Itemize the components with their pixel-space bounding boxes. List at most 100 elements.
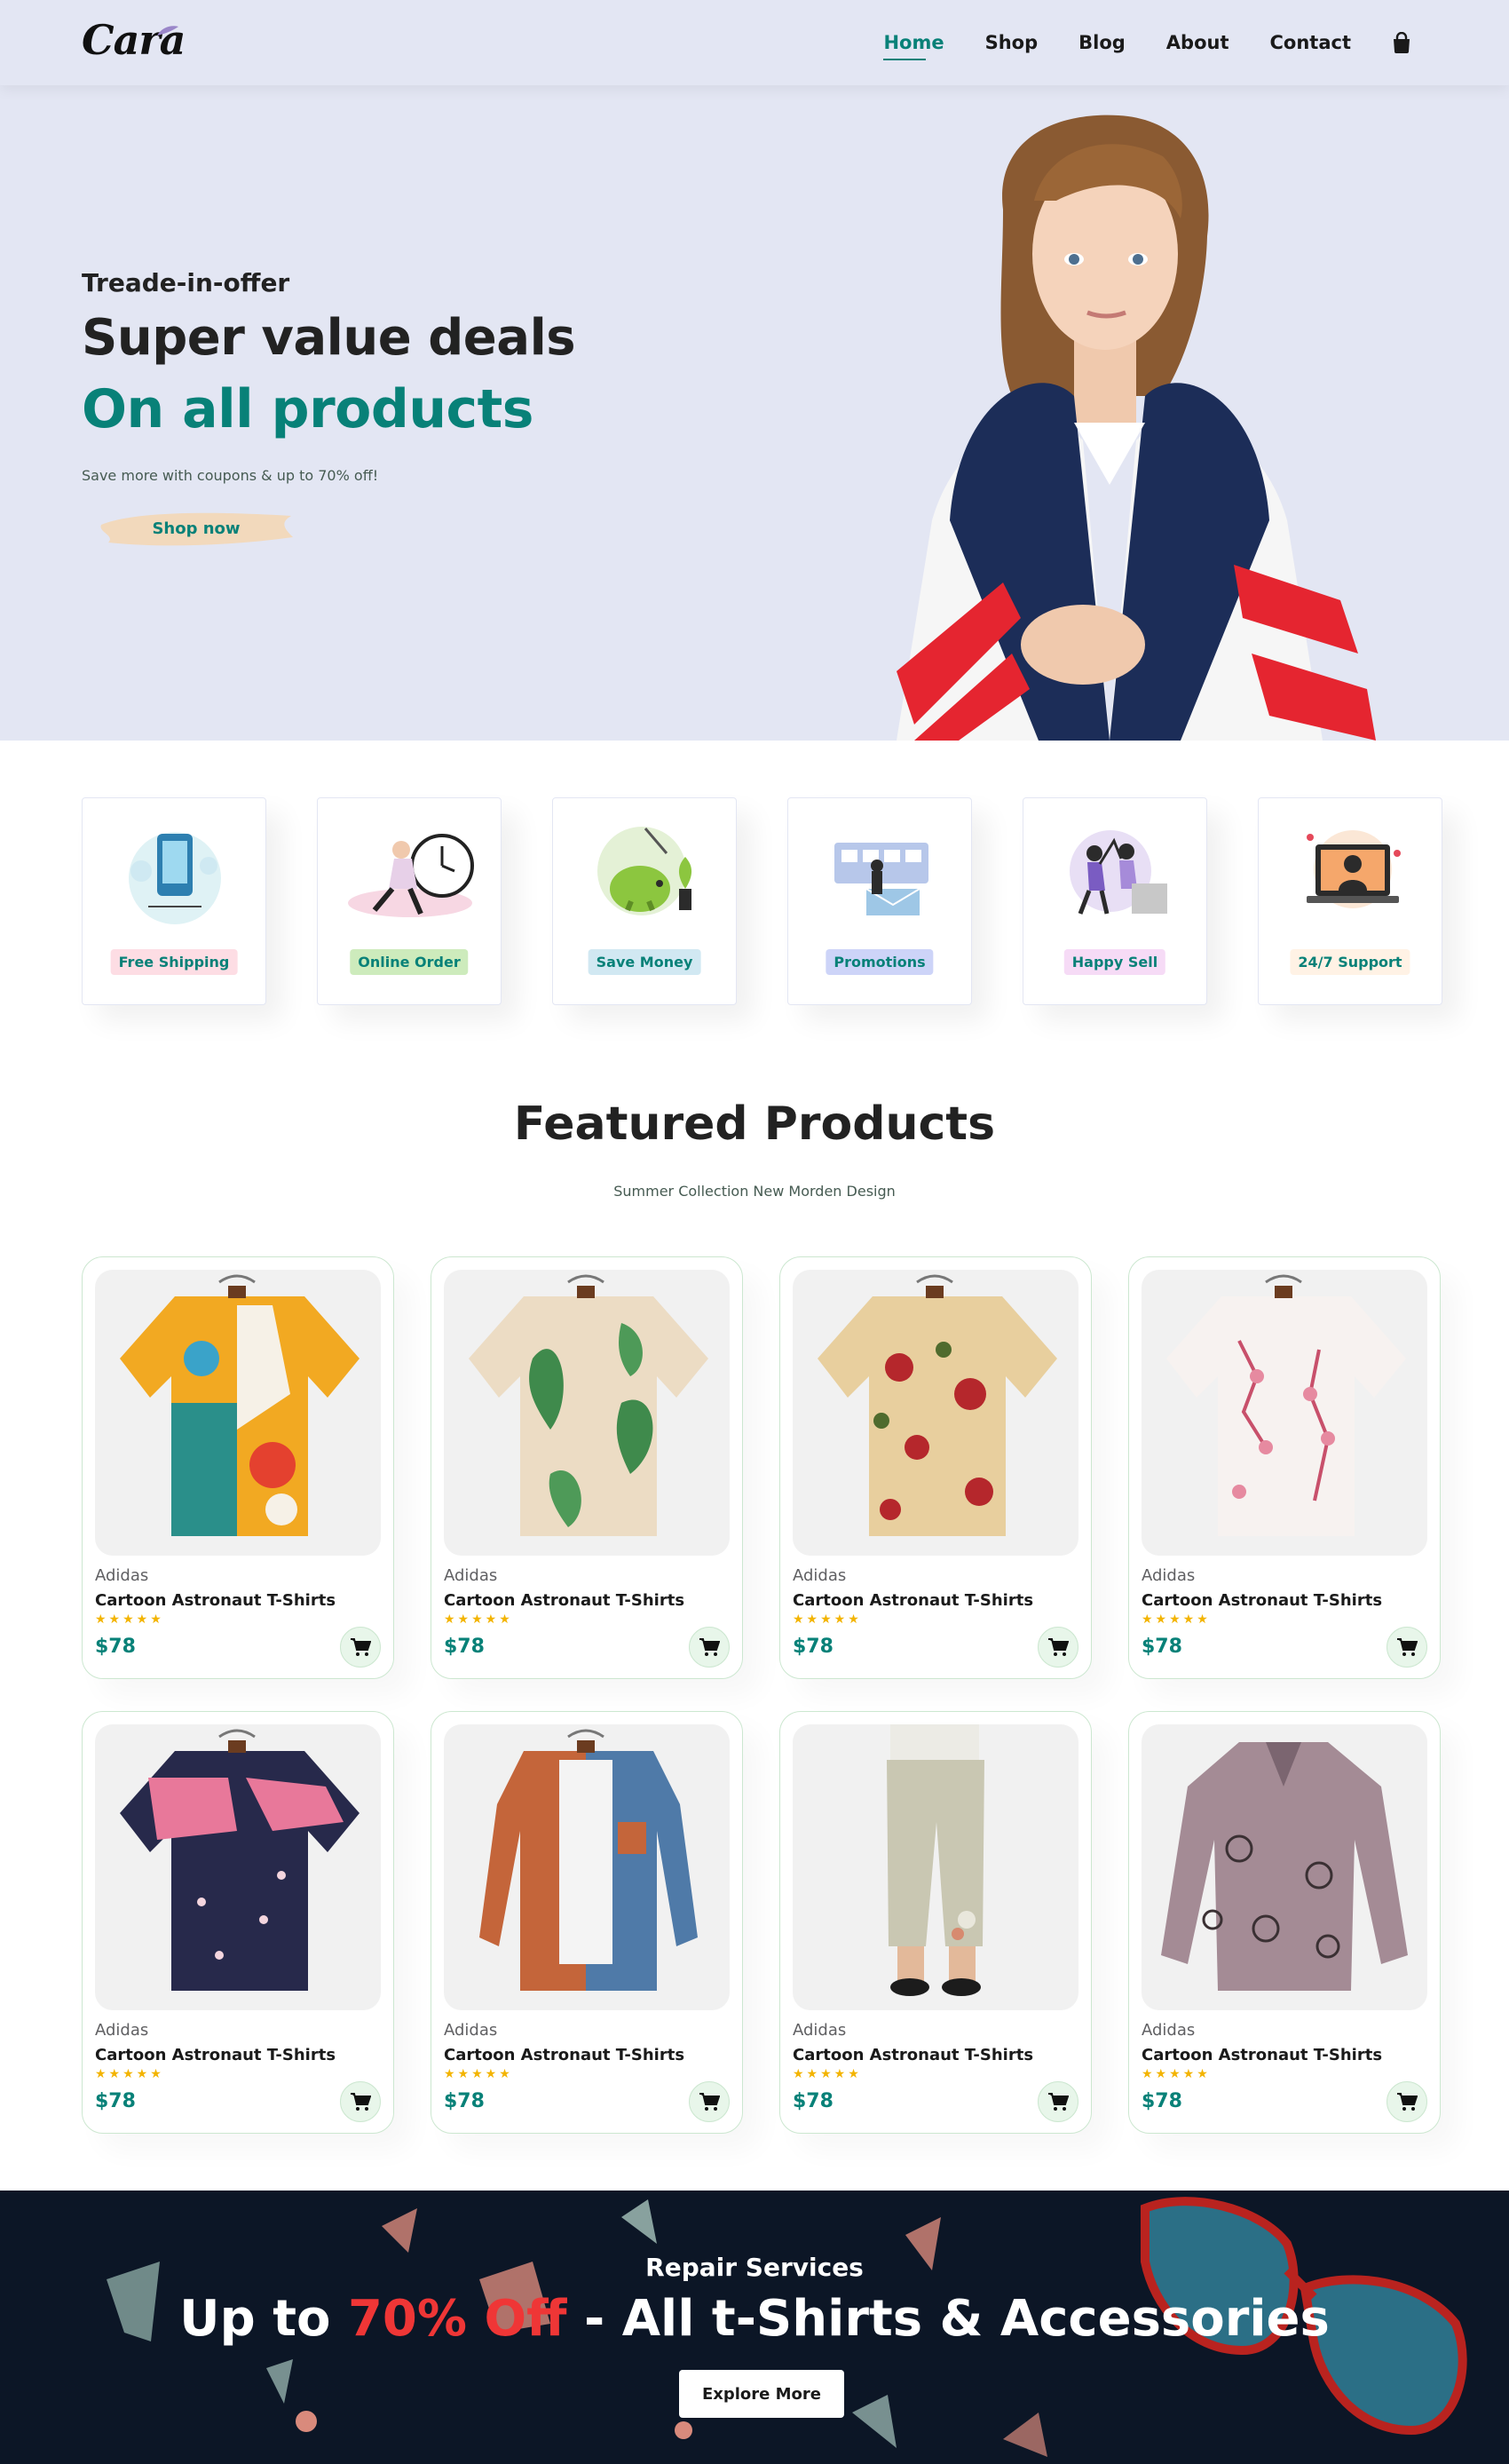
add-to-cart-button[interactable] xyxy=(1387,1627,1427,1668)
rating-stars: ★★★★★ xyxy=(793,2067,862,2081)
product-name[interactable]: Cartoon Astronaut T-Shirts xyxy=(95,2046,336,2064)
shirt-rose-print-image xyxy=(818,1274,1057,1536)
hero-model-image xyxy=(897,115,1376,741)
banner-headline-prefix: Up to xyxy=(179,2290,331,2348)
main-nav: Home Shop Blog About Contact xyxy=(883,0,1411,85)
online-order-icon xyxy=(348,834,474,917)
add-to-cart-button[interactable] xyxy=(1038,1627,1078,1668)
nav-shop[interactable]: Shop xyxy=(985,32,1039,53)
product-image[interactable] xyxy=(95,1270,381,1556)
product-card[interactable]: Adidas Cartoon Astronaut T-Shirts ★★★★★ … xyxy=(431,1256,743,1679)
product-brand: Adidas xyxy=(1142,2021,1196,2040)
feature-label: Online Order xyxy=(350,949,469,975)
banner-headline-highlight: 70% Off xyxy=(347,2290,567,2348)
happy-sell-icon xyxy=(1070,830,1167,915)
cart-icon xyxy=(699,1638,720,1656)
product-card[interactable]: Adidas Cartoon Astronaut T-Shirts ★★★★★ … xyxy=(82,1711,394,2134)
product-image[interactable] xyxy=(1142,1270,1427,1556)
product-brand: Adidas xyxy=(95,1566,149,1585)
shirt-leaf-print-image xyxy=(469,1274,708,1536)
product-image[interactable] xyxy=(444,1270,730,1556)
feature-promotions: Promotions xyxy=(787,797,972,1005)
product-name[interactable]: Cartoon Astronaut T-Shirts xyxy=(1142,2046,1382,2064)
product-image[interactable] xyxy=(793,1270,1078,1556)
add-to-cart-button[interactable] xyxy=(340,2081,381,2122)
cart-icon xyxy=(1048,2093,1069,2111)
product-name[interactable]: Cartoon Astronaut T-Shirts xyxy=(793,2046,1033,2064)
product-price: $78 xyxy=(793,2090,834,2112)
cart-icon xyxy=(351,1638,371,1656)
add-to-cart-button[interactable] xyxy=(689,2081,730,2122)
hero-eyebrow: Treade-in-offer xyxy=(82,268,290,297)
featured-products-title: Featured Products xyxy=(513,1097,996,1151)
product-brand: Adidas xyxy=(1142,1566,1196,1585)
product-price: $78 xyxy=(444,1636,485,1658)
product-card[interactable]: Adidas Cartoon Astronaut T-Shirts ★★★★★ … xyxy=(1128,1256,1441,1679)
rating-stars: ★★★★★ xyxy=(1142,1612,1211,1627)
shirt-blossom-print-image xyxy=(1166,1274,1406,1536)
rating-stars: ★★★★★ xyxy=(95,2067,164,2081)
feature-label: 24/7 Support xyxy=(1290,949,1410,975)
product-name[interactable]: Cartoon Astronaut T-Shirts xyxy=(444,2046,684,2064)
product-card[interactable]: Adidas Cartoon Astronaut T-Shirts ★★★★★ … xyxy=(82,1256,394,1679)
add-to-cart-button[interactable] xyxy=(1038,2081,1078,2122)
promotions-icon xyxy=(834,843,928,915)
feature-label: Promotions xyxy=(826,949,934,975)
feature-label: Happy Sell xyxy=(1063,949,1166,975)
product-name[interactable]: Cartoon Astronaut T-Shirts xyxy=(95,1591,336,1610)
hero-highlight-title: On all products xyxy=(82,378,534,440)
product-brand: Adidas xyxy=(793,1566,847,1585)
product-card[interactable]: Adidas Cartoon Astronaut T-Shirts ★★★★★ … xyxy=(779,1711,1092,2134)
cart-icon xyxy=(1397,2093,1418,2111)
product-price: $78 xyxy=(1142,1636,1182,1658)
add-to-cart-button[interactable] xyxy=(1387,2081,1427,2122)
nav-contact[interactable]: Contact xyxy=(1270,32,1352,53)
product-price: $78 xyxy=(444,2090,485,2112)
pants-image xyxy=(887,1724,984,1996)
product-image[interactable] xyxy=(95,1724,381,2010)
rating-stars: ★★★★★ xyxy=(95,1612,164,1627)
cart-icon xyxy=(351,2093,371,2111)
product-card[interactable]: Adidas Cartoon Astronaut T-Shirts ★★★★★ … xyxy=(431,1711,743,2134)
rating-stars: ★★★★★ xyxy=(444,2067,513,2081)
product-card[interactable]: Adidas Cartoon Astronaut T-Shirts ★★★★★ … xyxy=(779,1256,1092,1679)
free-shipping-icon xyxy=(129,832,221,924)
feature-save-money: Save Money xyxy=(552,797,737,1005)
add-to-cart-button[interactable] xyxy=(340,1627,381,1668)
feature-free-shipping: Free Shipping xyxy=(82,797,266,1005)
promo-banner: Repair Services Up to 70% Off - All t-Sh… xyxy=(0,2191,1509,2464)
nav-about[interactable]: About xyxy=(1166,32,1229,53)
shirt-colorful-image xyxy=(120,1274,359,1536)
hero-subtitle: Save more with coupons & up to 70% off! xyxy=(82,467,379,484)
product-price: $78 xyxy=(1142,2090,1182,2112)
explore-more-button[interactable]: Explore More xyxy=(679,2370,844,2418)
product-brand: Adidas xyxy=(793,2021,847,2040)
product-price: $78 xyxy=(95,2090,136,2112)
leaf-icon xyxy=(157,26,178,36)
cart-icon xyxy=(1048,1638,1069,1656)
product-image[interactable] xyxy=(1142,1724,1427,2010)
product-brand: Adidas xyxy=(444,2021,498,2040)
save-money-icon xyxy=(597,827,692,915)
product-image[interactable] xyxy=(444,1724,730,2010)
product-name[interactable]: Cartoon Astronaut T-Shirts xyxy=(444,1591,684,1610)
rating-stars: ★★★★★ xyxy=(444,1612,513,1627)
product-card[interactable]: Adidas Cartoon Astronaut T-Shirts ★★★★★ … xyxy=(1128,1711,1441,2134)
product-image[interactable] xyxy=(793,1724,1078,2010)
shop-now-button[interactable]: Shop now xyxy=(96,507,296,550)
product-name[interactable]: Cartoon Astronaut T-Shirts xyxy=(1142,1591,1382,1610)
shirt-navy-floral-image xyxy=(120,1729,359,1991)
featured-products-subtitle: Summer Collection New Morden Design xyxy=(613,1183,896,1200)
nav-blog[interactable]: Blog xyxy=(1078,32,1126,53)
banner-headline-suffix: - All t-Shirts & Accessories xyxy=(583,2290,1330,2348)
product-brand: Adidas xyxy=(95,2021,149,2040)
feature-label: Save Money xyxy=(588,949,701,975)
product-brand: Adidas xyxy=(444,1566,498,1585)
nav-home[interactable]: Home xyxy=(883,32,944,60)
shopping-bag-icon[interactable] xyxy=(1392,32,1411,53)
feature-online-order: Online Order xyxy=(317,797,502,1005)
feature-support: 24/7 Support xyxy=(1258,797,1442,1005)
product-name[interactable]: Cartoon Astronaut T-Shirts xyxy=(793,1591,1033,1610)
rating-stars: ★★★★★ xyxy=(1142,2067,1211,2081)
add-to-cart-button[interactable] xyxy=(689,1627,730,1668)
